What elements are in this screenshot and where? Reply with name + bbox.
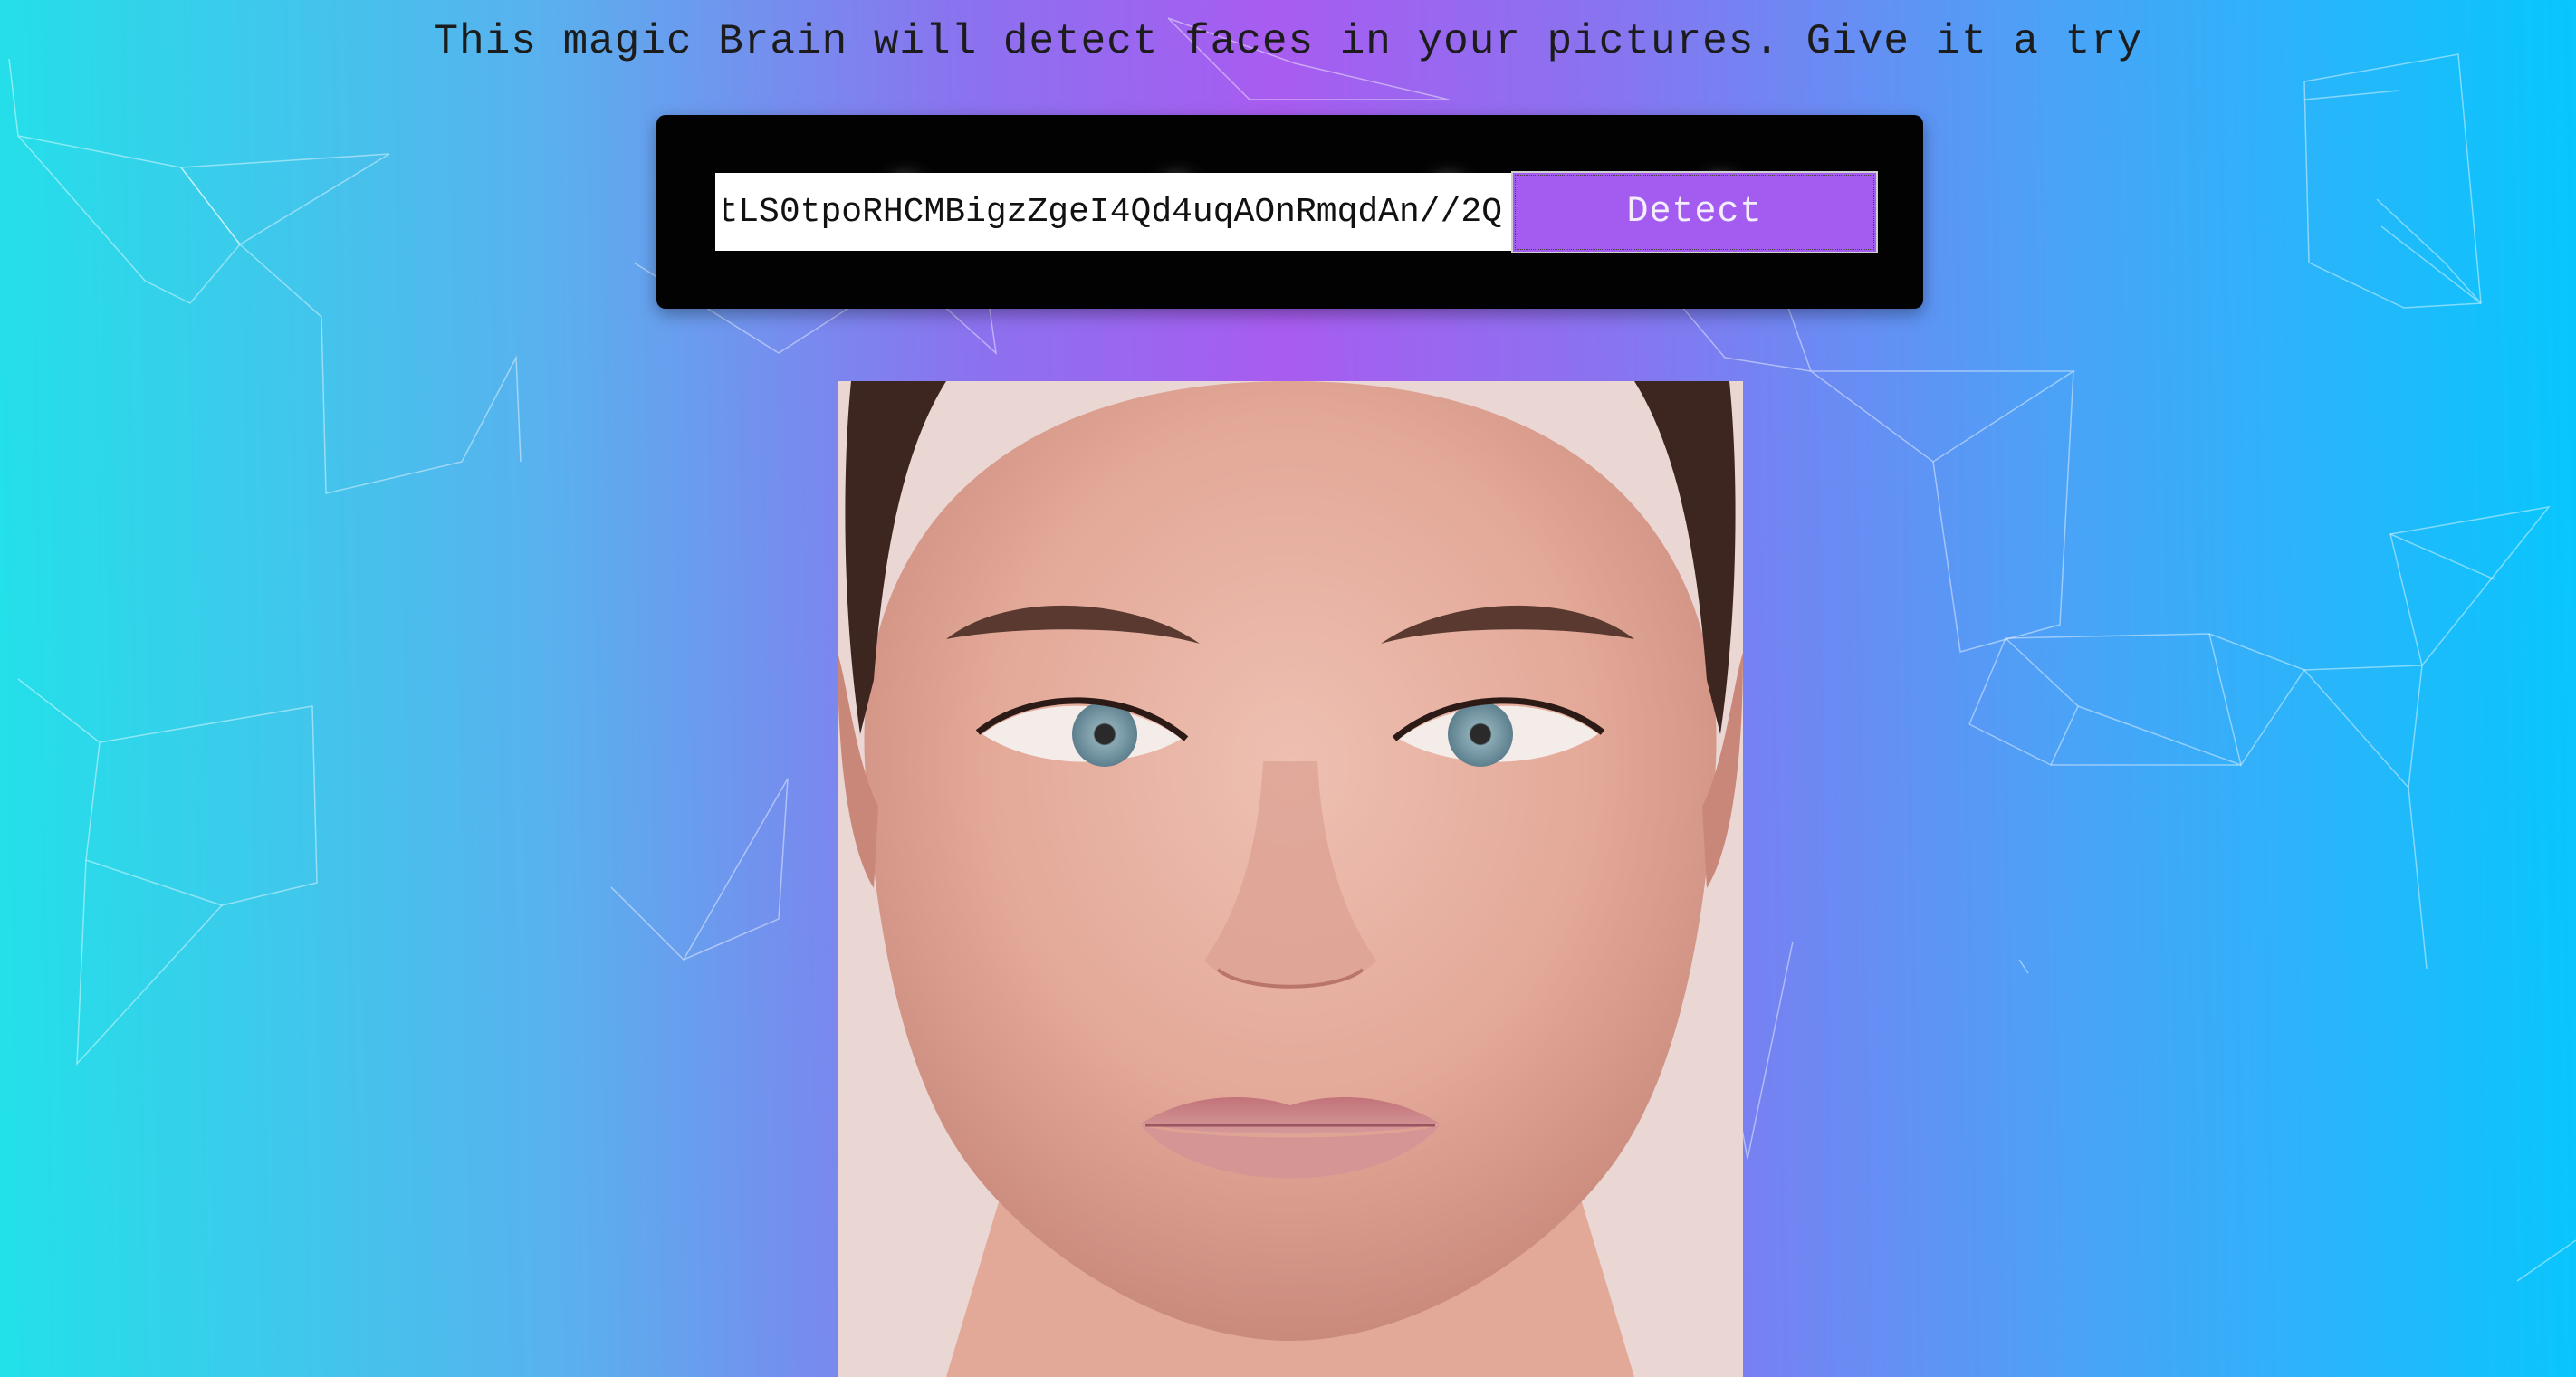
input-face-image [838,381,1743,1377]
page-headline: This magic Brain will detect faces in yo… [433,18,2143,65]
image-url-input[interactable] [715,173,1511,251]
detect-button[interactable]: Detect [1511,171,1878,253]
image-link-form: Detect [656,115,1923,309]
